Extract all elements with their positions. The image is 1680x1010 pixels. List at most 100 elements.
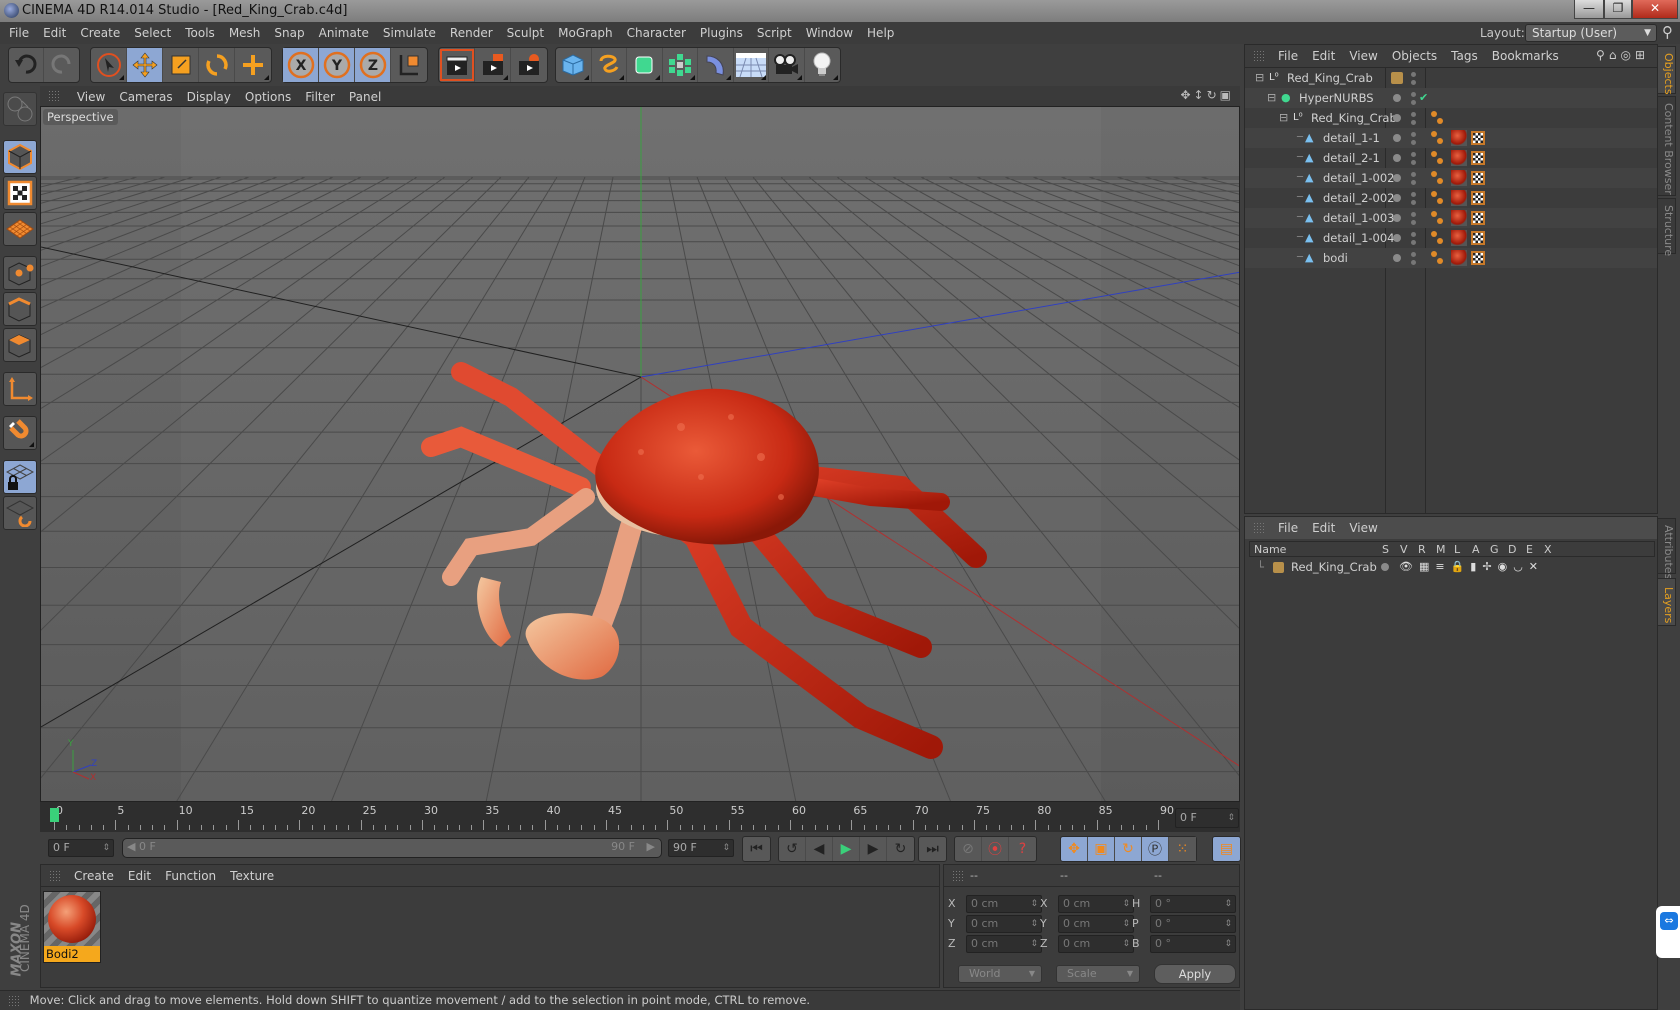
objmgr-menu-file[interactable]: File bbox=[1271, 45, 1305, 67]
current-frame-field[interactable]: 0 F ⇕ bbox=[1175, 808, 1239, 828]
material-menu-texture[interactable]: Texture bbox=[223, 865, 281, 887]
zoom-view-icon[interactable]: ↕ bbox=[1194, 88, 1207, 102]
column-header-d[interactable]: D bbox=[1508, 543, 1516, 556]
render-visibility-dot[interactable] bbox=[1411, 160, 1416, 165]
next-frame-button[interactable]: ▶ bbox=[860, 837, 887, 861]
toggle-layout-icon[interactable]: ▣ bbox=[1220, 88, 1234, 102]
uvw-tag-icon[interactable] bbox=[1471, 191, 1485, 205]
layout-dropdown[interactable]: Startup (User) ▼ bbox=[1525, 24, 1657, 42]
pan-view-icon[interactable]: ✥ bbox=[1180, 88, 1193, 102]
coord-value-field[interactable]: 0 cm ⇕ bbox=[966, 935, 1042, 953]
material-swatch[interactable]: Bodi2 bbox=[43, 891, 101, 963]
column-header-s[interactable]: S bbox=[1382, 543, 1389, 556]
lock-icon[interactable]: 🔒 bbox=[1451, 560, 1471, 573]
uvw-tag-icon[interactable] bbox=[1471, 151, 1485, 165]
layer-menu-edit[interactable]: Edit bbox=[1305, 517, 1342, 539]
object-row[interactable]: ─ ▲ detail_1-003 bbox=[1245, 208, 1657, 228]
restore-button[interactable]: ❐ bbox=[1604, 0, 1632, 19]
add-light-button[interactable] bbox=[805, 48, 840, 82]
column-header-r[interactable]: R bbox=[1418, 543, 1426, 556]
snap-button[interactable] bbox=[3, 416, 37, 450]
uvw-tag-icon[interactable] bbox=[1471, 131, 1485, 145]
undo-button[interactable] bbox=[9, 48, 45, 82]
object-row[interactable]: ─ ▲ detail_2-002 bbox=[1245, 188, 1657, 208]
viewport-menu-options[interactable]: Options bbox=[238, 86, 298, 108]
minimize-button[interactable]: — bbox=[1574, 0, 1604, 19]
points-mode-button[interactable] bbox=[3, 256, 37, 290]
coordinate-system-button[interactable] bbox=[391, 48, 427, 82]
start-frame-field[interactable]: 0 F ⇕ bbox=[48, 839, 114, 857]
grip-handle[interactable] bbox=[1253, 50, 1265, 62]
menu-simulate[interactable]: Simulate bbox=[376, 22, 443, 44]
menu-plugins[interactable]: Plugins bbox=[693, 22, 750, 44]
goto-start-button[interactable]: ⏮ bbox=[743, 837, 770, 861]
object-row[interactable]: ─ ▲ detail_1-002 bbox=[1245, 168, 1657, 188]
tab-content-browser[interactable]: Content Browser bbox=[1658, 96, 1676, 196]
menu-window[interactable]: Window bbox=[799, 22, 860, 44]
column-header-x[interactable]: X bbox=[1544, 543, 1552, 556]
material-tag-icon[interactable] bbox=[1451, 150, 1467, 166]
coord-value-field[interactable]: 0 cm ⇕ bbox=[966, 895, 1042, 913]
render-visibility-dot[interactable] bbox=[1411, 200, 1416, 205]
layer-row[interactable]: └ Red_King_Crab 👁▦≡🔒▮✢◉◡✕ bbox=[1249, 558, 1655, 576]
editor-visibility-dot[interactable] bbox=[1411, 92, 1416, 97]
manager-visible-icon[interactable]: ≡ bbox=[1435, 560, 1450, 573]
editor-visibility-dot[interactable] bbox=[1411, 72, 1416, 77]
viewport-menu-cameras[interactable]: Cameras bbox=[112, 86, 179, 108]
key-pla-button[interactable]: ⁙ bbox=[1169, 837, 1196, 861]
add-cloner-button[interactable] bbox=[663, 48, 698, 82]
object-row[interactable]: ⊟ ● HyperNURBS ✔ bbox=[1245, 88, 1657, 108]
column-header-v[interactable]: V bbox=[1400, 543, 1408, 556]
visible-render-icon[interactable]: ▦ bbox=[1419, 560, 1435, 573]
phong-tag-icon[interactable] bbox=[1431, 231, 1445, 245]
column-header-m[interactable]: M bbox=[1436, 543, 1446, 556]
material-menu-create[interactable]: Create bbox=[67, 865, 121, 887]
visibility-toggle[interactable] bbox=[1393, 94, 1401, 102]
tab-attributes[interactable]: Attributes bbox=[1658, 518, 1676, 579]
end-frame-field[interactable]: 90 F ⇕ bbox=[668, 839, 734, 857]
phong-tag-icon[interactable] bbox=[1431, 191, 1445, 205]
object-row[interactable]: ─ ▲ detail_1-004 bbox=[1245, 228, 1657, 248]
tab-structure[interactable]: Structure bbox=[1658, 198, 1676, 256]
collapse-toggle-icon[interactable]: ⊟ bbox=[1255, 68, 1264, 88]
visibility-toggle[interactable] bbox=[1393, 214, 1401, 222]
object-row[interactable]: ─ ▲ detail_1-1 bbox=[1245, 128, 1657, 148]
menu-character[interactable]: Character bbox=[620, 22, 693, 44]
material-tag-icon[interactable] bbox=[1451, 250, 1467, 266]
add-camera-button[interactable] bbox=[769, 48, 805, 82]
menu-snap[interactable]: Snap bbox=[267, 22, 311, 44]
tab-objects[interactable]: Objects bbox=[1658, 46, 1676, 95]
coord-value-field[interactable]: 0 cm ⇕ bbox=[1058, 935, 1134, 953]
xref-icon[interactable]: ✕ bbox=[1529, 560, 1544, 573]
prev-key-button[interactable]: ↺ bbox=[779, 837, 806, 861]
add-tool-button[interactable] bbox=[235, 48, 271, 82]
editor-visibility-dot[interactable] bbox=[1411, 232, 1416, 237]
menu-edit[interactable]: Edit bbox=[36, 22, 73, 44]
viewport-menu-view[interactable]: View bbox=[70, 86, 112, 108]
render-visibility-dot[interactable] bbox=[1411, 240, 1416, 245]
visibility-toggle[interactable] bbox=[1393, 134, 1401, 142]
material-tag-icon[interactable] bbox=[1451, 170, 1467, 186]
timeline-window-button[interactable]: ▤ bbox=[1213, 837, 1240, 861]
material-tag-icon[interactable] bbox=[1451, 210, 1467, 226]
phong-tag-icon[interactable] bbox=[1431, 131, 1445, 145]
deformers-icon[interactable]: ◉ bbox=[1498, 560, 1514, 573]
visibility-toggle[interactable] bbox=[1393, 194, 1401, 202]
objmgr-menu-objects[interactable]: Objects bbox=[1385, 45, 1444, 67]
objmgr-menu-view[interactable]: View bbox=[1342, 45, 1384, 67]
menu-tools[interactable]: Tools bbox=[178, 22, 222, 44]
model-mode-button[interactable] bbox=[3, 140, 37, 174]
column-header-l[interactable]: L bbox=[1454, 543, 1460, 556]
layer-menu-view[interactable]: View bbox=[1342, 517, 1384, 539]
collapse-toggle-icon[interactable]: ⊟ bbox=[1279, 108, 1288, 128]
menu-mograph[interactable]: MoGraph bbox=[551, 22, 620, 44]
redo-button[interactable] bbox=[44, 48, 79, 82]
coordinate-space-dropdown[interactable]: World ▼ bbox=[958, 965, 1042, 983]
grip-handle[interactable] bbox=[49, 870, 61, 882]
menu-sculpt[interactable]: Sculpt bbox=[500, 22, 551, 44]
visibility-toggle[interactable] bbox=[1393, 174, 1401, 182]
render-view-button[interactable] bbox=[439, 48, 475, 82]
visibility-toggle[interactable] bbox=[1393, 114, 1401, 122]
phong-tag-icon[interactable] bbox=[1431, 251, 1445, 265]
coord-value-field[interactable]: 0 ° ⇕ bbox=[1150, 935, 1236, 953]
